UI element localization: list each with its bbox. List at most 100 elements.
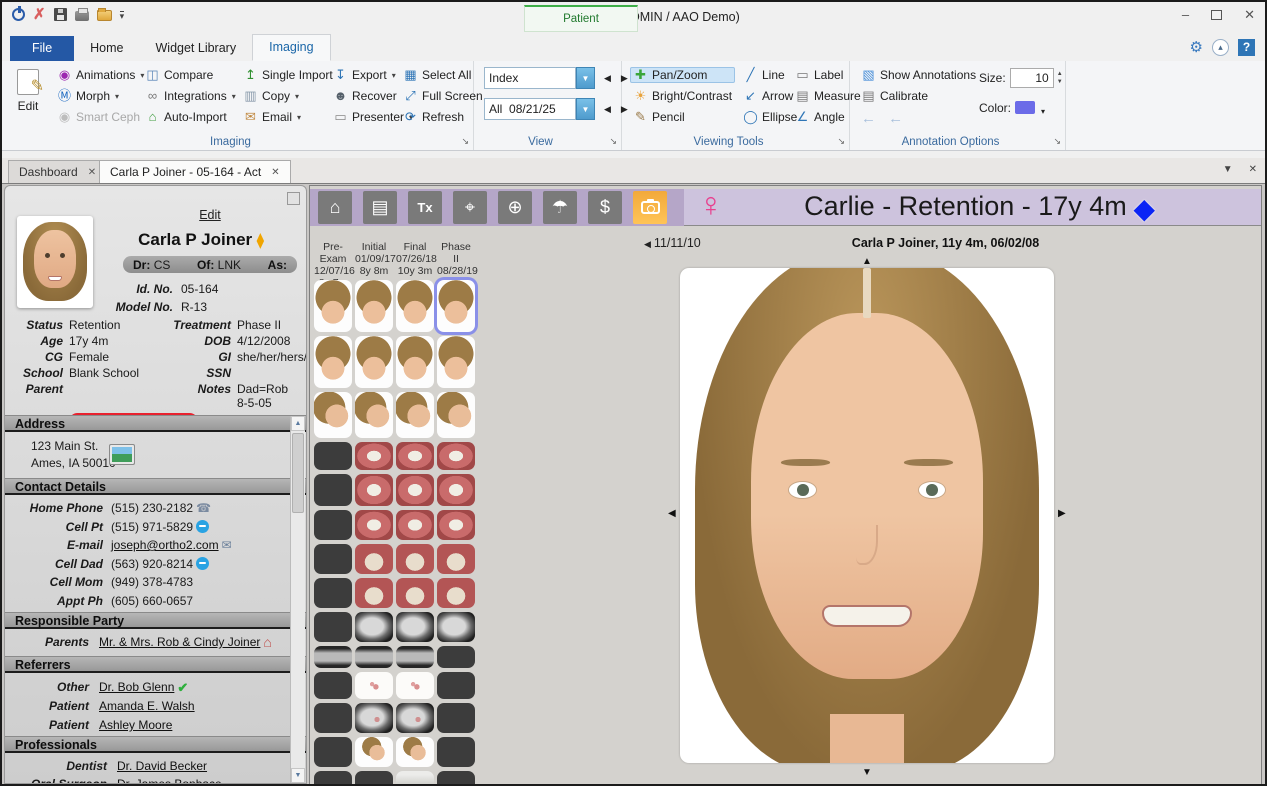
spin-down-icon[interactable]: ▼ xyxy=(1057,79,1063,85)
image-thumbnail[interactable] xyxy=(355,672,393,699)
select-all-button[interactable]: ▦Select All xyxy=(400,67,486,83)
tab-imaging[interactable]: Imaging xyxy=(252,34,330,61)
refresh-button[interactable]: ⟳Refresh xyxy=(400,109,486,125)
image-thumbnail[interactable] xyxy=(396,612,434,642)
calibrate-button[interactable]: ▤Calibrate xyxy=(858,88,979,104)
close-button[interactable]: ✕ xyxy=(1244,8,1255,21)
image-thumbnail[interactable] xyxy=(355,612,393,642)
size-spinner[interactable]: 10 ▲ ▼ xyxy=(1010,68,1063,88)
treatment-module-button[interactable]: Tx xyxy=(408,191,442,224)
pan-zoom-button[interactable]: ✚Pan/Zoom xyxy=(630,67,735,83)
image-thumbnail[interactable] xyxy=(437,612,475,642)
tab-patient[interactable]: Carla P Joiner - 05-164 - Act ✕ xyxy=(99,160,291,183)
image-thumbnail[interactable] xyxy=(355,392,393,438)
referrer-link[interactable]: Amanda E. Walsh xyxy=(99,697,195,716)
image-thumbnail[interactable] xyxy=(355,442,393,470)
tab-file[interactable]: File xyxy=(10,36,74,61)
tab-home[interactable]: Home xyxy=(74,36,139,61)
tab-widget-library[interactable]: Widget Library xyxy=(140,36,253,61)
copy-button[interactable]: ▥Copy▾ xyxy=(240,88,336,104)
home-module-button[interactable]: ⌂ xyxy=(318,191,352,224)
image-thumbnail[interactable] xyxy=(314,392,352,438)
close-tab-icon[interactable]: ✕ xyxy=(271,167,279,178)
dialog-launcher-icon[interactable]: ↘ xyxy=(609,136,617,147)
gear-icon[interactable]: ⚙ xyxy=(1190,38,1203,56)
image-thumbnail[interactable] xyxy=(355,703,393,733)
envelope-icon[interactable]: ✉ xyxy=(222,536,232,555)
sms-icon[interactable] xyxy=(196,520,209,533)
image-thumbnail[interactable] xyxy=(355,737,393,767)
show-annotations-button[interactable]: ▧Show Annotations xyxy=(858,67,979,83)
image-thumbnail[interactable] xyxy=(396,578,434,608)
online-forms-module-button[interactable]: ⊕ xyxy=(498,191,532,224)
image-thumbnail[interactable] xyxy=(314,646,352,668)
scrollbar-thumb[interactable] xyxy=(292,433,304,513)
image-thumbnail[interactable] xyxy=(355,646,393,668)
dialog-launcher-icon[interactable]: ↘ xyxy=(837,136,845,147)
image-thumbnail[interactable] xyxy=(396,544,434,574)
image-thumbnail[interactable] xyxy=(437,280,475,332)
prev-timepoint-icon[interactable]: ◀ xyxy=(604,104,611,115)
imaging-module-button-active[interactable] xyxy=(633,191,667,224)
maximize-button[interactable] xyxy=(1211,10,1222,20)
forms-module-button[interactable]: ▤ xyxy=(363,191,397,224)
main-image[interactable] xyxy=(680,268,1054,763)
color-dropdown-icon[interactable]: ▾ xyxy=(1041,107,1045,116)
email-link[interactable]: joseph@ortho2.com xyxy=(111,536,219,555)
image-thumbnail[interactable] xyxy=(437,578,475,608)
image-thumbnail[interactable] xyxy=(396,771,434,786)
tab-dashboard[interactable]: Dashboard ✕ xyxy=(8,160,107,183)
image-thumbnail[interactable] xyxy=(437,336,475,388)
finance-module-button[interactable]: $ xyxy=(588,191,622,224)
dialog-launcher-icon[interactable]: ↘ xyxy=(1053,136,1061,147)
size-value[interactable]: 10 xyxy=(1010,68,1054,88)
bright-contrast-button[interactable]: ☀Bright/Contrast xyxy=(630,88,735,104)
map-image-button[interactable] xyxy=(109,444,135,465)
full-screen-button[interactable]: ⤢Full Screen xyxy=(400,88,486,104)
image-thumbnail[interactable] xyxy=(437,474,475,506)
close-all-tabs-icon[interactable]: ✕ xyxy=(1249,164,1257,175)
view-mode-value[interactable]: Index xyxy=(484,67,576,89)
panel-corner-toggle[interactable] xyxy=(287,192,300,205)
contextual-tab-patient[interactable]: Patient xyxy=(524,5,638,32)
combo-dropdown-button[interactable]: ▼ xyxy=(576,67,595,89)
animations-button[interactable]: ◉Animations▾ xyxy=(54,67,147,83)
image-thumbnail[interactable] xyxy=(396,442,434,470)
image-thumbnail[interactable] xyxy=(355,280,393,332)
image-thumbnail[interactable] xyxy=(355,336,393,388)
close-tab-icon[interactable]: ✕ xyxy=(88,167,96,178)
image-thumbnail[interactable] xyxy=(396,336,434,388)
image-thumbnail[interactable] xyxy=(355,474,393,506)
sms-icon[interactable] xyxy=(196,557,209,570)
insurance-module-button[interactable]: ☂ xyxy=(543,191,577,224)
nav-up-icon[interactable]: ▲ xyxy=(862,256,872,267)
professional-link[interactable]: Dr. James Bonbace xyxy=(117,775,222,784)
minimize-button[interactable]: – xyxy=(1182,8,1189,21)
image-thumbnail[interactable] xyxy=(355,510,393,540)
responsible-party-link[interactable]: Mr. & Mrs. Rob & Cindy Joiner xyxy=(99,633,260,652)
nav-left-icon[interactable]: ◀ xyxy=(668,508,676,519)
find-module-button[interactable]: ⌖ xyxy=(453,191,487,224)
help-button[interactable]: ? xyxy=(1238,39,1255,56)
scroll-down-icon[interactable]: ▼ xyxy=(291,768,305,783)
referrer-link[interactable]: Ashley Moore xyxy=(99,716,172,735)
nav-down-icon[interactable]: ▼ xyxy=(862,767,872,778)
image-thumbnail[interactable] xyxy=(396,392,434,438)
tab-list-icon[interactable]: ▼ xyxy=(1223,164,1233,175)
scroll-up-icon[interactable]: ▲ xyxy=(291,416,305,431)
image-thumbnail[interactable] xyxy=(355,544,393,574)
image-thumbnail[interactable] xyxy=(437,510,475,540)
combo-dropdown-button[interactable]: ▼ xyxy=(576,98,595,120)
nav-right-icon[interactable]: ▶ xyxy=(1058,508,1066,519)
spin-up-icon[interactable]: ▲ xyxy=(1057,71,1063,77)
dialog-launcher-icon[interactable]: ↘ xyxy=(461,136,469,147)
image-thumbnail[interactable] xyxy=(396,737,434,767)
patient-panel-scrollbar[interactable]: ▲ ▼ xyxy=(290,416,305,783)
image-thumbnail[interactable] xyxy=(396,703,434,733)
referrer-link[interactable]: Dr. Bob Glenn xyxy=(99,678,174,697)
auto-import-button[interactable]: ⌂Auto-Import xyxy=(142,109,239,125)
edit-patient-link[interactable]: Edit xyxy=(125,208,295,222)
image-thumbnail[interactable] xyxy=(437,392,475,438)
tag-icon[interactable]: ⧫ xyxy=(257,232,264,248)
professional-link[interactable]: Dr. David Becker xyxy=(117,757,207,775)
